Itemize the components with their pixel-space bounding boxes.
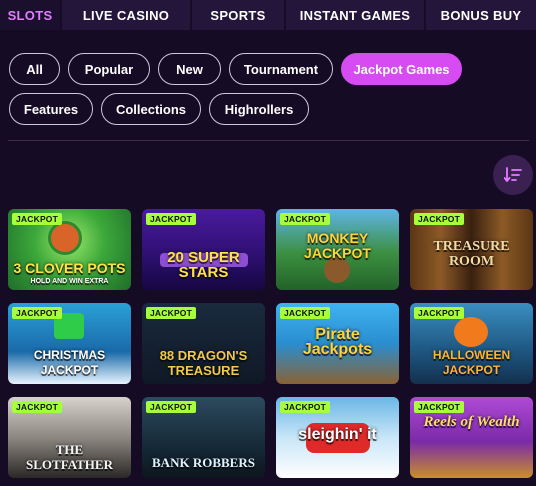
- filter-all[interactable]: All: [9, 53, 60, 85]
- tab-live-casino[interactable]: LIVE CASINO: [62, 0, 192, 30]
- jackpot-badge: JACKPOT: [280, 307, 331, 319]
- game-title: CHRISTMAS JACKPOT: [33, 348, 106, 377]
- jackpot-badge: JACKPOT: [146, 401, 197, 413]
- game-title: HALLOWEEN JACKPOT: [432, 348, 511, 377]
- filter-popular[interactable]: Popular: [68, 53, 150, 85]
- game-title: THE SLOTFATHER: [26, 442, 113, 472]
- game-tile[interactable]: 88 DRAGON'S TREASURE JACKPOT: [142, 303, 265, 384]
- jackpot-badge: JACKPOT: [12, 401, 63, 413]
- jackpot-badge: JACKPOT: [12, 213, 63, 225]
- game-tile[interactable]: CHRISTMAS JACKPOT JACKPOT: [8, 303, 131, 384]
- filter-highrollers[interactable]: Highrollers: [209, 93, 309, 125]
- jackpot-badge: JACKPOT: [12, 307, 63, 319]
- jackpot-badge: JACKPOT: [146, 307, 197, 319]
- casino-lobby: SLOTS LIVE CASINO SPORTS INSTANT GAMES B…: [0, 0, 536, 486]
- game-tile[interactable]: 3 CLOVER POTS HOLD AND WIN EXTRA JACKPOT: [8, 209, 131, 290]
- game-tile[interactable]: HALLOWEEN JACKPOT JACKPOT: [410, 303, 533, 384]
- game-title: Reels of Wealth: [423, 414, 520, 430]
- game-tile[interactable]: 20 SUPER STARS JACKPOT: [142, 209, 265, 290]
- pumpkin-art: [454, 317, 488, 347]
- game-title: 88 DRAGON'S TREASURE: [159, 348, 248, 378]
- jackpot-badge: JACKPOT: [146, 213, 197, 225]
- jackpot-badge: JACKPOT: [414, 213, 465, 225]
- tab-instant-games[interactable]: INSTANT GAMES: [286, 0, 426, 30]
- sort-descending-icon: [504, 167, 522, 182]
- game-title: MONKEY JACKPOT: [304, 230, 371, 261]
- jackpot-badge: JACKPOT: [414, 307, 465, 319]
- game-tile[interactable]: MONKEY JACKPOT JACKPOT: [276, 209, 399, 290]
- jackpot-badge: JACKPOT: [414, 401, 465, 413]
- filter-collections[interactable]: Collections: [101, 93, 201, 125]
- game-title: sleighin' it: [298, 426, 377, 443]
- game-title: 20 SUPER STARS: [167, 249, 240, 281]
- game-subtitle: HOLD AND WIN EXTRA: [30, 278, 109, 285]
- divider: [8, 140, 529, 141]
- tab-sports[interactable]: SPORTS: [192, 0, 286, 30]
- filter-features[interactable]: Features: [9, 93, 93, 125]
- sort-button[interactable]: [493, 155, 533, 195]
- tab-slots[interactable]: SLOTS: [0, 0, 62, 30]
- leprechaun-art: [48, 221, 82, 255]
- game-tile[interactable]: THE SLOTFATHER JACKPOT: [8, 397, 131, 478]
- game-tile[interactable]: Pirate Jackpots JACKPOT: [276, 303, 399, 384]
- tab-bonus-buy[interactable]: BONUS BUY: [426, 0, 536, 30]
- jackpot-badge: JACKPOT: [280, 213, 331, 225]
- game-title: 3 CLOVER POTS: [13, 260, 126, 276]
- filter-jackpot-games[interactable]: Jackpot Games: [341, 53, 462, 85]
- jackpot-badge: JACKPOT: [280, 401, 331, 413]
- game-title: Pirate Jackpots: [302, 326, 373, 358]
- game-title: BANK ROBBERS: [152, 455, 255, 470]
- game-tile[interactable]: Reels of Wealth JACKPOT: [410, 397, 533, 478]
- filter-tournament[interactable]: Tournament: [229, 53, 333, 85]
- game-tile[interactable]: TREASURE ROOM JACKPOT: [410, 209, 533, 290]
- filter-new[interactable]: New: [158, 53, 221, 85]
- game-title: TREASURE ROOM: [433, 239, 510, 269]
- game-tile[interactable]: sleighin' it JACKPOT: [276, 397, 399, 478]
- game-tile[interactable]: BANK ROBBERS JACKPOT: [142, 397, 265, 478]
- category-tabs: SLOTS LIVE CASINO SPORTS INSTANT GAMES B…: [0, 0, 536, 30]
